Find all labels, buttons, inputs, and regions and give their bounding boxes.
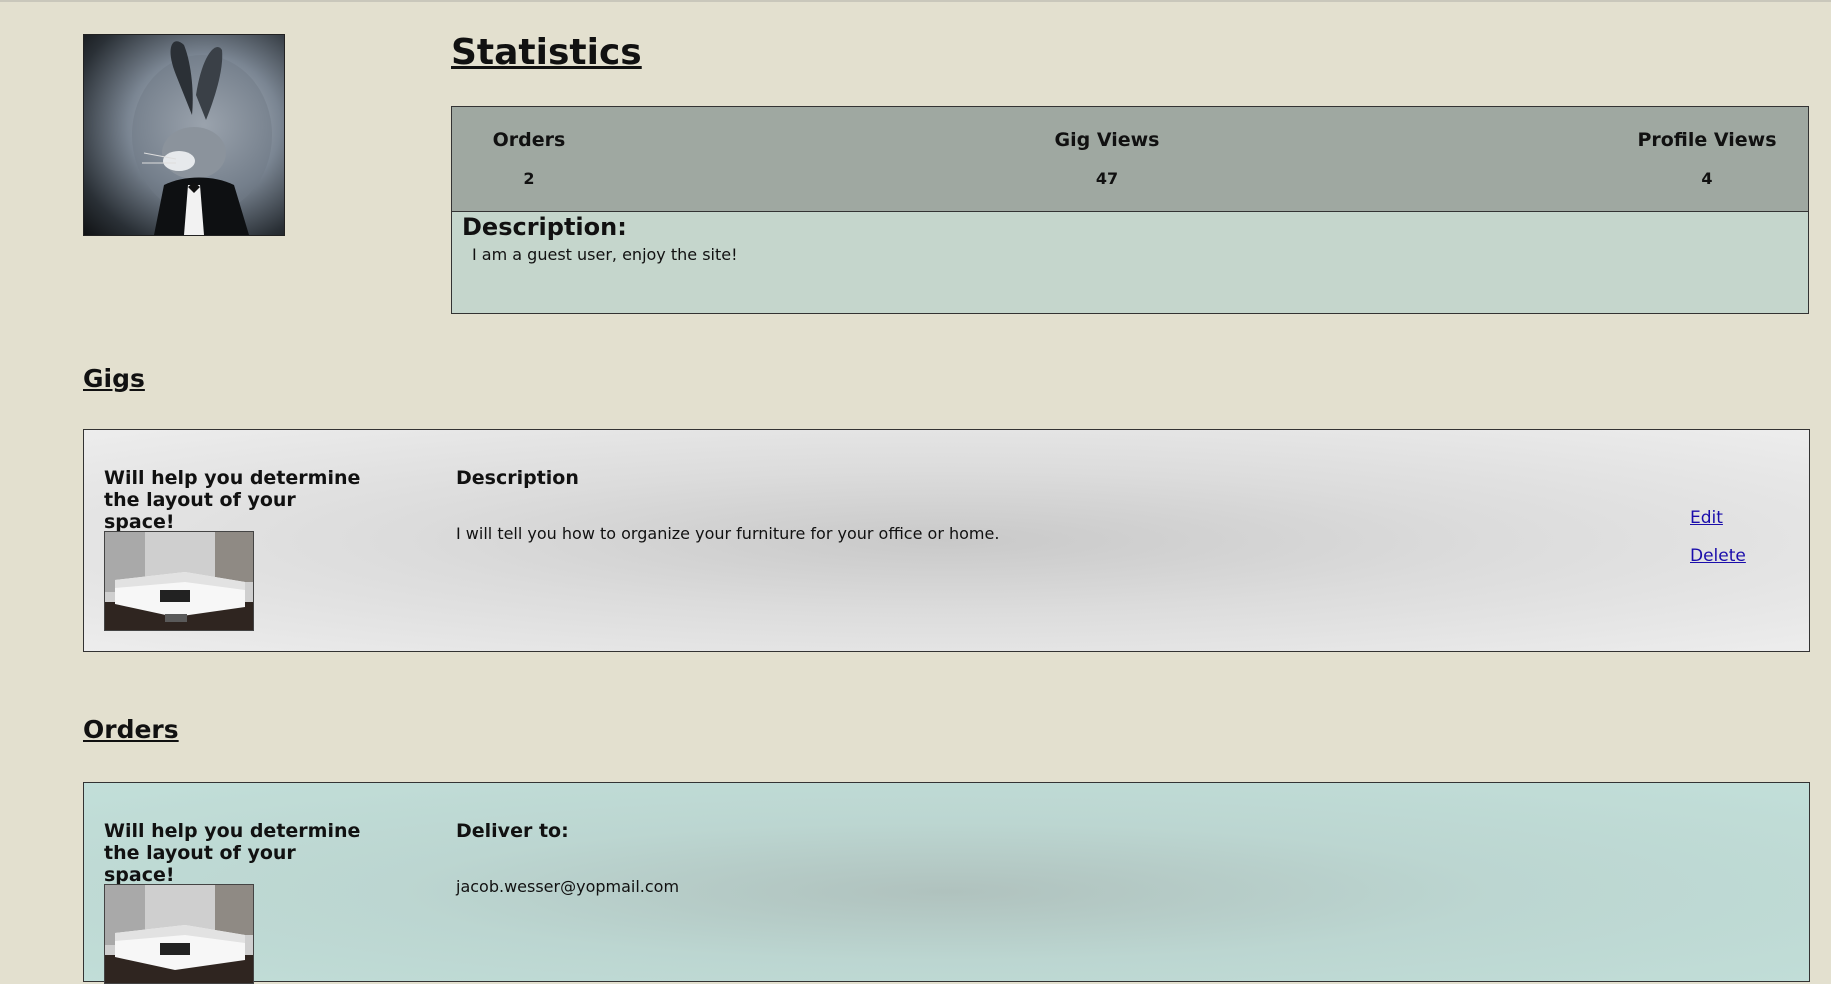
order-card: Will help you determine the layout of yo… [83, 782, 1810, 984]
delete-gig-link[interactable]: Delete [1690, 546, 1746, 566]
statistics-panel: Orders 2 Gig Views 47 Profile Views 4 De… [451, 106, 1809, 314]
statistics-title: Statistics [451, 32, 642, 73]
stat-gig-views: Gig Views 47 [1042, 129, 1172, 188]
edit-gig-link[interactable]: Edit [1690, 508, 1723, 528]
gig-card: Will help you determine the layout of yo… [83, 429, 1810, 652]
stat-gig-views-value: 47 [1095, 169, 1119, 188]
stat-orders: Orders 2 [476, 129, 582, 188]
gig-image [104, 531, 254, 631]
profile-avatar [83, 34, 285, 236]
sofa-photo-icon [105, 885, 253, 983]
gig-description-text: I will tell you how to organize your fur… [456, 524, 1000, 543]
orders-title: Orders [83, 715, 179, 744]
gig-description-label: Description [456, 467, 579, 489]
deliver-to-label: Deliver to: [456, 820, 569, 842]
stat-orders-value: 2 [523, 169, 535, 188]
top-border [0, 0, 1831, 2]
stat-profile-views-label: Profile Views [1637, 129, 1777, 151]
order-title: Will help you determine the layout of yo… [104, 820, 361, 886]
order-image [104, 884, 254, 984]
stat-gig-views-label: Gig Views [1054, 129, 1160, 151]
statistics-header: Orders 2 Gig Views 47 Profile Views 4 [452, 107, 1808, 212]
rabbit-portrait-icon [132, 41, 272, 235]
sofa-photo-icon [105, 532, 253, 630]
deliver-email: jacob.wesser@yopmail.com [456, 877, 680, 896]
stat-profile-views-value: 4 [1701, 169, 1713, 188]
stat-orders-label: Orders [492, 129, 566, 151]
stat-profile-views: Profile Views 4 [1628, 129, 1786, 188]
description-text: I am a guest user, enjoy the site! [472, 245, 738, 264]
gigs-title: Gigs [83, 364, 145, 393]
description-label: Description: [462, 213, 627, 241]
gig-title: Will help you determine the layout of yo… [104, 467, 361, 533]
